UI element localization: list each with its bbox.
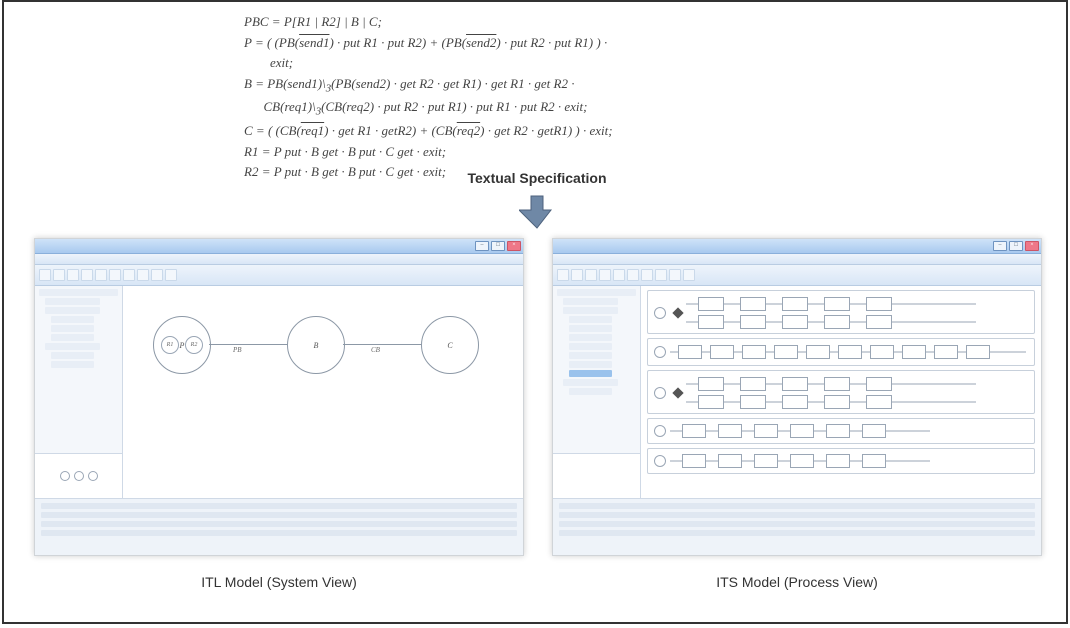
toolbar <box>35 265 523 286</box>
edge-label-CB: CB <box>371 346 380 354</box>
toolbar-button[interactable] <box>165 269 177 281</box>
output-panel[interactable] <box>35 498 523 556</box>
toolbar-button[interactable] <box>683 269 695 281</box>
toolbar-button[interactable] <box>123 269 135 281</box>
window-titlebar: – □ × <box>35 239 523 254</box>
process-lane[interactable] <box>647 290 1035 334</box>
process-lane[interactable] <box>647 448 1035 474</box>
toolbar-button[interactable] <box>585 269 597 281</box>
spec-line: R1 = P put · B get · B put · C get · exi… <box>244 142 844 162</box>
resource-node-R2[interactable]: R2 <box>185 336 203 354</box>
toolbar-button[interactable] <box>67 269 79 281</box>
resource-node-R1[interactable]: R1 <box>161 336 179 354</box>
figure-frame: PBC = P[R1 | R2] | B | C; P = ( (PB(send… <box>2 0 1068 624</box>
diagram-canvas[interactable]: P R1 R2 PB B CB C <box>123 286 523 498</box>
toolbar-button[interactable] <box>627 269 639 281</box>
minimize-button[interactable]: – <box>475 241 489 251</box>
toolbar-button[interactable] <box>599 269 611 281</box>
body-area: P R1 R2 PB B CB C <box>35 286 523 498</box>
process-lane[interactable] <box>647 338 1035 366</box>
textual-specification: PBC = P[R1 | R2] | B | C; P = ( (PB(send… <box>244 12 844 183</box>
close-button[interactable]: × <box>507 241 521 251</box>
spec-caption: Textual Specification <box>4 170 1070 186</box>
edge-label-PB: PB <box>233 346 242 354</box>
itl-screenshot: – □ × <box>34 238 524 556</box>
props-pane[interactable] <box>553 453 640 498</box>
sidebar <box>35 286 123 498</box>
spec-line: C = ( (CB(req1) · get R1 · getR2) + (CB(… <box>244 121 844 141</box>
edge-CB <box>343 344 421 345</box>
toolbar-button[interactable] <box>109 269 121 281</box>
toolbar-button[interactable] <box>95 269 107 281</box>
model-tree[interactable] <box>553 286 640 453</box>
toolbar-button[interactable] <box>53 269 65 281</box>
toolbar <box>553 265 1041 286</box>
process-lane[interactable] <box>647 370 1035 414</box>
toolbar-button[interactable] <box>571 269 583 281</box>
process-lane[interactable] <box>647 418 1035 444</box>
edge-PB <box>209 344 287 345</box>
menu-bar[interactable] <box>553 254 1041 265</box>
toolbar-button[interactable] <box>669 269 681 281</box>
spec-line: exit; <box>244 53 844 73</box>
toolbar-button[interactable] <box>557 269 569 281</box>
spec-line: B = PB(send1)\3(PB(send2) · get R2 · get… <box>244 74 844 97</box>
window-titlebar: – □ × <box>553 239 1041 254</box>
spec-line: CB(req1)\3(CB(req2) · put R2 · put R1) ·… <box>244 97 844 120</box>
maximize-button[interactable]: □ <box>1009 241 1023 251</box>
toolbar-button[interactable] <box>613 269 625 281</box>
sidebar <box>553 286 641 498</box>
its-screenshot: – □ × <box>552 238 1042 556</box>
toolbar-button[interactable] <box>81 269 93 281</box>
its-caption: ITS Model (Process View) <box>552 574 1042 590</box>
menu-bar[interactable] <box>35 254 523 265</box>
toolbar-button[interactable] <box>137 269 149 281</box>
toolbar-button[interactable] <box>641 269 653 281</box>
process-node-C[interactable]: C <box>421 316 479 374</box>
spec-line: P = ( (PB(send1) · put R1 · put R2) + (P… <box>244 33 844 53</box>
itl-caption: ITL Model (System View) <box>34 574 524 590</box>
toolbar-button[interactable] <box>655 269 667 281</box>
maximize-button[interactable]: □ <box>491 241 505 251</box>
close-button[interactable]: × <box>1025 241 1039 251</box>
process-node-B[interactable]: B <box>287 316 345 374</box>
arrow-down-icon <box>519 194 555 230</box>
diagram-canvas[interactable] <box>641 286 1041 498</box>
body-area <box>553 286 1041 498</box>
toolbar-button[interactable] <box>151 269 163 281</box>
minimap[interactable] <box>35 453 122 498</box>
output-panel[interactable] <box>553 498 1041 556</box>
minimize-button[interactable]: – <box>993 241 1007 251</box>
model-tree[interactable] <box>35 286 122 453</box>
toolbar-button[interactable] <box>39 269 51 281</box>
spec-line: PBC = P[R1 | R2] | B | C; <box>244 12 844 32</box>
